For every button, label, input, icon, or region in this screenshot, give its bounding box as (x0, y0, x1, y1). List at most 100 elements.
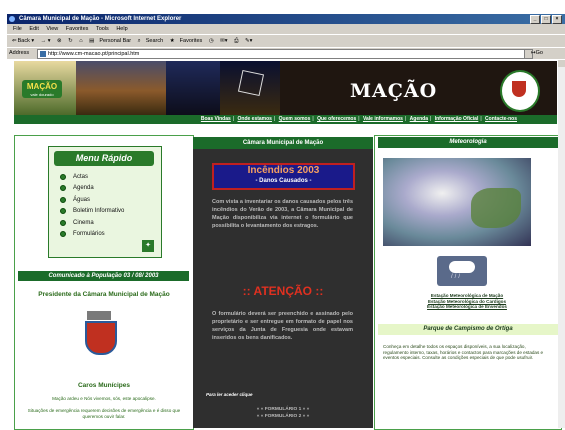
quick-menu-link[interactable]: Águas (73, 197, 90, 203)
favorites-label: Favorites (179, 38, 203, 44)
rain-cloud-icon[interactable]: /// (437, 256, 487, 286)
vertical-scrollbar[interactable] (558, 60, 565, 428)
quick-menu-link[interactable]: Actas (73, 174, 88, 180)
mail-icon[interactable]: ✉▾ (220, 38, 227, 44)
shield-icon (85, 321, 117, 355)
meteorologia-header: Meteorologia (378, 137, 558, 148)
go-button[interactable]: ↦Go (531, 48, 543, 59)
quick-menu-item-formularios[interactable]: Formulários (60, 229, 124, 241)
bullet-icon (60, 173, 66, 180)
window-titlebar: Câmara Municipal de Mação - Microsoft In… (7, 14, 565, 24)
go-label: Go (535, 50, 543, 56)
quick-menu-item-aguas[interactable]: Águas (60, 194, 124, 206)
toolbar: ⇐Back ▾ → ▾ ⊗ ↻ ⌂ ▤ Personal Bar ⌕ Search … (7, 34, 565, 47)
form-links: « « FORMULÁRIO 1 » » « « FORMULÁRIO 2 » … (233, 406, 333, 420)
form-link-1[interactable]: « « FORMULÁRIO 1 » » (233, 406, 333, 413)
quick-menu-item-cinema[interactable]: Cinema (60, 217, 124, 229)
personal-bar-button[interactable]: ▤ Personal Bar (89, 38, 131, 44)
stop-icon[interactable]: ⊗ (57, 38, 62, 44)
nav-informacao-oficial[interactable]: Informação Oficial (435, 116, 479, 122)
macao-logo[interactable]: MAÇÃO vale dourado (22, 80, 62, 98)
municipal-crest-icon (500, 70, 540, 112)
menu-corner-icon[interactable]: ✦ (142, 240, 154, 252)
message-paragraph-1: Mação ardeu e Nós vivemos, sós, este apo… (52, 396, 156, 401)
top-navigation: Boas Vindas | Onde estamos | Quem somos | Q… (14, 115, 557, 124)
nav-agenda[interactable]: Agenda (410, 116, 428, 122)
maximize-button[interactable]: □ (541, 15, 551, 24)
address-label: Address (9, 50, 30, 56)
middle-header: Câmara Municipal de Mação (193, 137, 373, 149)
bullet-icon (60, 185, 66, 192)
page-left-strip (0, 14, 7, 428)
atencao-heading: :: ATENÇÃO :: (242, 284, 324, 298)
address-url: http://www.cm-macao.pt/principal.htm (48, 51, 140, 57)
crown-icon (87, 311, 111, 320)
window-title: Câmara Municipal de Mação - Microsoft In… (19, 16, 182, 22)
quick-menu-link[interactable]: Formulários (73, 231, 105, 237)
nav-onde-estamos[interactable]: Onde estamos (238, 116, 272, 122)
close-button[interactable]: × (552, 15, 562, 24)
logo-subtext: vale dourado (30, 92, 54, 97)
quick-menu-link[interactable]: Agenda (73, 185, 94, 191)
print-icon[interactable]: ⎙ (234, 38, 238, 44)
edit-icon[interactable]: ✎▾ (245, 38, 252, 44)
quick-menu-item-boletim[interactable]: Boletim Informativo (60, 206, 124, 218)
bullet-icon (60, 231, 66, 238)
quick-menu-list: Actas Agenda Águas Boletim Informativo C… (60, 171, 124, 240)
menu-tools[interactable]: Tools (96, 26, 109, 32)
incendios-text: Com vista a inventariar os danos causado… (212, 199, 353, 229)
cube-sculpture (237, 69, 265, 97)
history-icon[interactable]: ◷ (209, 38, 214, 44)
bullet-icon (60, 196, 66, 203)
coat-of-arms-icon (77, 311, 121, 363)
cloud-icon (449, 261, 475, 273)
weather-station-links: Estação Meteorológica de Mação Estação M… (380, 293, 554, 310)
back-label: Back (17, 38, 30, 44)
form-link-2[interactable]: « « FORMULÁRIO 2 » » (233, 413, 333, 420)
favorites-button[interactable]: ★ Favorites (170, 38, 203, 44)
back-button[interactable]: ⇐Back ▾ (12, 38, 34, 44)
quick-menu-link[interactable]: Cinema (73, 220, 94, 226)
refresh-icon[interactable]: ↻ (68, 38, 73, 44)
quick-menu-link[interactable]: Boletim Informativo (73, 208, 124, 214)
menu-file[interactable]: File (13, 26, 22, 32)
ie-icon (9, 16, 15, 22)
home-icon[interactable]: ⌂ (79, 38, 82, 44)
addressbar: Address http://www.cm-macao.pt/principal… (7, 47, 565, 59)
atencao-text: O formulário deverá ser preenchido e ass… (212, 311, 353, 341)
quick-menu-item-actas[interactable]: Actas (60, 171, 124, 183)
campismo-header[interactable]: Parque de Campismo de Ortiga (378, 324, 558, 335)
nav-vale-informamos[interactable]: Vale informamos (363, 116, 403, 122)
forward-button[interactable]: → ▾ (41, 38, 51, 44)
menu-view[interactable]: View (46, 26, 58, 32)
rain-drops-icon: /// (451, 274, 463, 280)
scroll-up-icon[interactable] (558, 60, 565, 67)
presidente-heading: Presidente da Câmara Municipal de Mação (38, 291, 170, 298)
menu-edit[interactable]: Edit (29, 26, 38, 32)
address-field[interactable]: http://www.cm-macao.pt/principal.htm (37, 49, 533, 59)
nav-contacte-nos[interactable]: Contacte-nos (485, 116, 517, 122)
page-icon (40, 51, 46, 57)
search-button[interactable]: ⌕ Search (138, 38, 164, 44)
menu-help[interactable]: Help (116, 26, 127, 32)
quick-menu-title: Menu Rápido (54, 151, 154, 166)
weather-link-envendos[interactable]: Estação Meteorológica de Envendos (380, 304, 554, 310)
personal-bar-label: Personal Bar (99, 38, 132, 44)
search-label: Search (145, 38, 164, 44)
bullet-icon (60, 208, 66, 215)
logo-text: MAÇÃO (26, 82, 58, 91)
banner-photo-night (166, 61, 220, 115)
satellite-weather-map[interactable] (383, 158, 531, 246)
window-controls: _ □ × (530, 15, 562, 24)
menu-favorites[interactable]: Favorites (66, 26, 89, 32)
nav-boas-vindas[interactable]: Boas Vindas (201, 116, 231, 122)
caros-municipes-heading: Caros Munícipes (77, 382, 130, 389)
comunicado-heading[interactable]: Comunicado à População 03 / 08/ 2003 (18, 271, 189, 281)
nav-quem-somos[interactable]: Quem somos (279, 116, 311, 122)
access-instruction: Para ler aceder clique (206, 392, 253, 397)
minimize-button[interactable]: _ (530, 15, 540, 24)
quick-menu-item-agenda[interactable]: Agenda (60, 183, 124, 195)
campismo-text: Conheça em detalhe todos os espaços disp… (383, 344, 544, 360)
nav-que-oferecemos[interactable]: Que oferecemos (317, 116, 356, 122)
incendios-subtitle: - Danos Causados - (255, 178, 312, 184)
